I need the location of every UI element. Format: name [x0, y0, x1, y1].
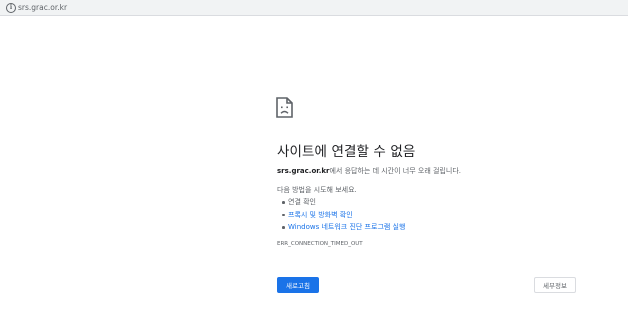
error-description: srs.grac.or.kr에서 응답하는 데 시간이 너무 오래 걸립니다. — [277, 166, 461, 176]
error-title: 사이트에 연결할 수 없음 — [277, 144, 416, 160]
reload-button[interactable]: 새로고침 — [277, 277, 319, 293]
try-heading: 다음 방법을 시도해 보세요. — [277, 186, 357, 194]
error-code: ERR_CONNECTION_TIMED_OUT — [277, 241, 363, 247]
suggestion-run-network-diagnostics-link[interactable]: Windows 네트워크 진단 프로그램 실행 — [278, 221, 405, 234]
suggestion-list: 연결 확인 프록시 및 방화벽 확인 Windows 네트워크 진단 프로그램 … — [278, 196, 405, 234]
details-button[interactable]: 세부정보 — [534, 277, 576, 293]
info-icon[interactable]: i — [6, 3, 16, 13]
error-message: 에서 응답하는 데 시간이 너무 오래 걸립니다. — [329, 167, 461, 175]
suggestion-check-connection: 연결 확인 — [278, 196, 405, 209]
url-text[interactable]: srs.grac.or.kr — [18, 2, 67, 13]
sad-page-icon — [276, 97, 293, 118]
address-bar[interactable]: i srs.grac.or.kr — [0, 0, 628, 16]
suggestion-check-proxy-firewall-link[interactable]: 프록시 및 방화벽 확인 — [278, 209, 405, 222]
host-name: srs.grac.or.kr — [277, 167, 330, 175]
